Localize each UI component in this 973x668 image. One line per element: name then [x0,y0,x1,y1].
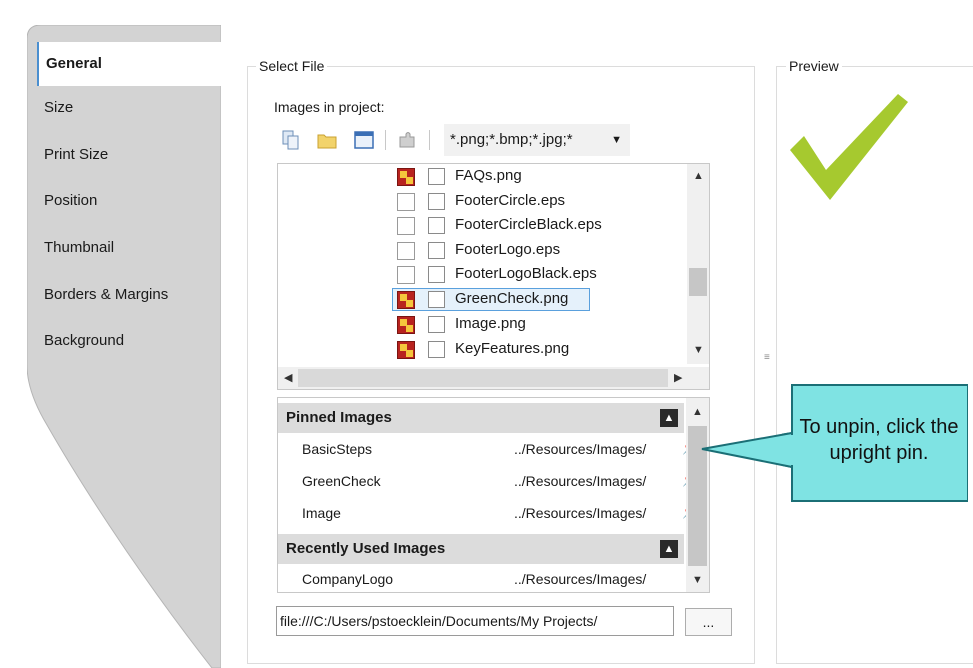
recent-row[interactable]: CompanyLogo ../Resources/Images/ [278,564,684,592]
callout-pointer [701,431,796,469]
tab-strip: General Size Print Size Position Thumbna… [27,25,221,668]
file-checkbox[interactable] [428,316,445,333]
pinned-name: GreenCheck [302,473,381,489]
file-row[interactable]: FooterCircle.eps [278,190,698,214]
browse-button[interactable]: ... [685,608,732,636]
pinned-name: BasicSteps [302,441,373,457]
toolbar-separator-2 [429,130,430,150]
splitter-grip-icon[interactable]: ≡ [764,352,770,363]
tab-position[interactable]: Position [44,181,214,221]
open-folder-icon[interactable] [316,129,338,151]
pinned-path: ../Resources/Images/ [514,505,647,521]
image-file-icon [397,168,415,186]
tab-print-size[interactable]: Print Size [44,135,214,175]
copy-icon[interactable] [280,129,302,151]
pinned-path: ../Resources/Images/ [514,441,647,457]
pinned-path: ../Resources/Images/ [514,473,647,489]
file-name: FooterCircle.eps [455,192,566,209]
scroll-down-icon[interactable]: ▼ [693,344,704,356]
file-name: KeyFeatures.png [455,340,570,357]
puzzle-icon[interactable] [396,129,418,151]
chevron-down-icon: ▼ [611,134,622,146]
recent-path: ../Resources/Images/ [514,571,647,587]
pinned-name: Image [302,505,341,521]
file-checkbox[interactable] [428,341,445,358]
select-file-title: Select File [256,58,328,74]
document-file-icon [397,266,415,284]
preview-title: Preview [786,58,842,74]
scroll-right-icon[interactable]: ▶ [674,371,682,384]
pinned-images-panel: Pinned Images ▲ BasicSteps ../Resources/… [277,397,710,593]
file-checkbox[interactable] [428,193,445,210]
file-path-input[interactable]: file:///C:/Users/pstoecklein/Documents/M… [276,606,674,636]
file-name: FAQs.png [455,167,522,184]
file-name: GreenCheck.png [455,290,569,307]
file-toolbar: *.png;*.bmp;*.jpg;* ▼ [276,124,708,158]
file-name: FooterLogo.eps [455,241,561,258]
collapse-icon[interactable]: ▲ [660,409,678,427]
file-checkbox[interactable] [428,168,445,185]
file-filter-dropdown[interactable]: *.png;*.bmp;*.jpg;* ▼ [444,124,630,156]
collapse-icon[interactable]: ▲ [660,540,678,558]
file-list-vertical-scrollbar[interactable]: ▲ ▼ [687,164,709,364]
file-checkbox[interactable] [428,266,445,283]
scroll-down-icon[interactable]: ▼ [692,574,703,586]
image-file-icon [397,291,415,309]
image-file-icon [397,341,415,359]
file-row[interactable]: FooterLogoBlack.eps [278,263,698,287]
pinned-row[interactable]: Image ../Resources/Images/ 📌 [278,498,698,530]
pinned-images-header[interactable]: Pinned Images ▲ [278,403,684,433]
pinned-images-title: Pinned Images [286,409,392,426]
callout-text: To unpin, click the upright pin. [799,416,959,464]
file-checkbox[interactable] [428,217,445,234]
image-file-icon [397,316,415,334]
green-check-icon [790,94,908,200]
file-list-horizontal-scrollbar[interactable]: ◀ ▶ [278,367,709,389]
images-in-project-label: Images in project: [274,99,385,115]
file-name: FooterLogoBlack.eps [455,265,597,282]
scroll-up-icon[interactable]: ▲ [693,170,704,182]
file-name: Image.png [455,315,526,332]
file-row-selected[interactable]: GreenCheck.png [278,288,698,312]
scrollbar-thumb[interactable] [689,268,707,296]
file-filter-value: *.png;*.bmp;*.jpg;* [450,131,573,148]
scroll-left-icon[interactable]: ◀ [284,371,292,384]
file-name: FooterCircleBlack.eps [455,216,602,233]
pinned-row[interactable]: GreenCheck ../Resources/Images/ 📌 [278,466,698,498]
recent-images-title: Recently Used Images [286,540,446,557]
document-file-icon [397,217,415,235]
file-checkbox[interactable] [428,291,445,308]
window-icon[interactable] [353,129,375,151]
pinned-row[interactable]: BasicSteps ../Resources/Images/ 📌 [278,434,698,466]
recent-name: CompanyLogo [302,571,394,587]
tab-thumbnail[interactable]: Thumbnail [44,228,214,268]
document-file-icon [397,193,415,211]
tab-background[interactable]: Background [44,321,214,361]
recent-images-header[interactable]: Recently Used Images ▲ [278,534,684,564]
file-row[interactable]: Image.png [278,313,698,337]
tab-borders-margins[interactable]: Borders & Margins [44,275,214,315]
file-row[interactable]: KeyFeatures.png [278,338,698,362]
file-checkbox[interactable] [428,242,445,259]
tab-size[interactable]: Size [44,88,214,128]
scrollbar-thumb[interactable] [298,369,668,387]
toolbar-separator [385,130,386,150]
document-file-icon [397,242,415,260]
image-file-list[interactable]: FAQs.png FooterCircle.eps FooterCircleBl… [277,163,710,390]
tab-general[interactable]: General [37,42,221,86]
file-row[interactable]: FAQs.png [278,165,698,189]
file-row[interactable]: FooterCircleBlack.eps [278,214,698,238]
file-row[interactable]: FooterLogo.eps [278,239,698,263]
